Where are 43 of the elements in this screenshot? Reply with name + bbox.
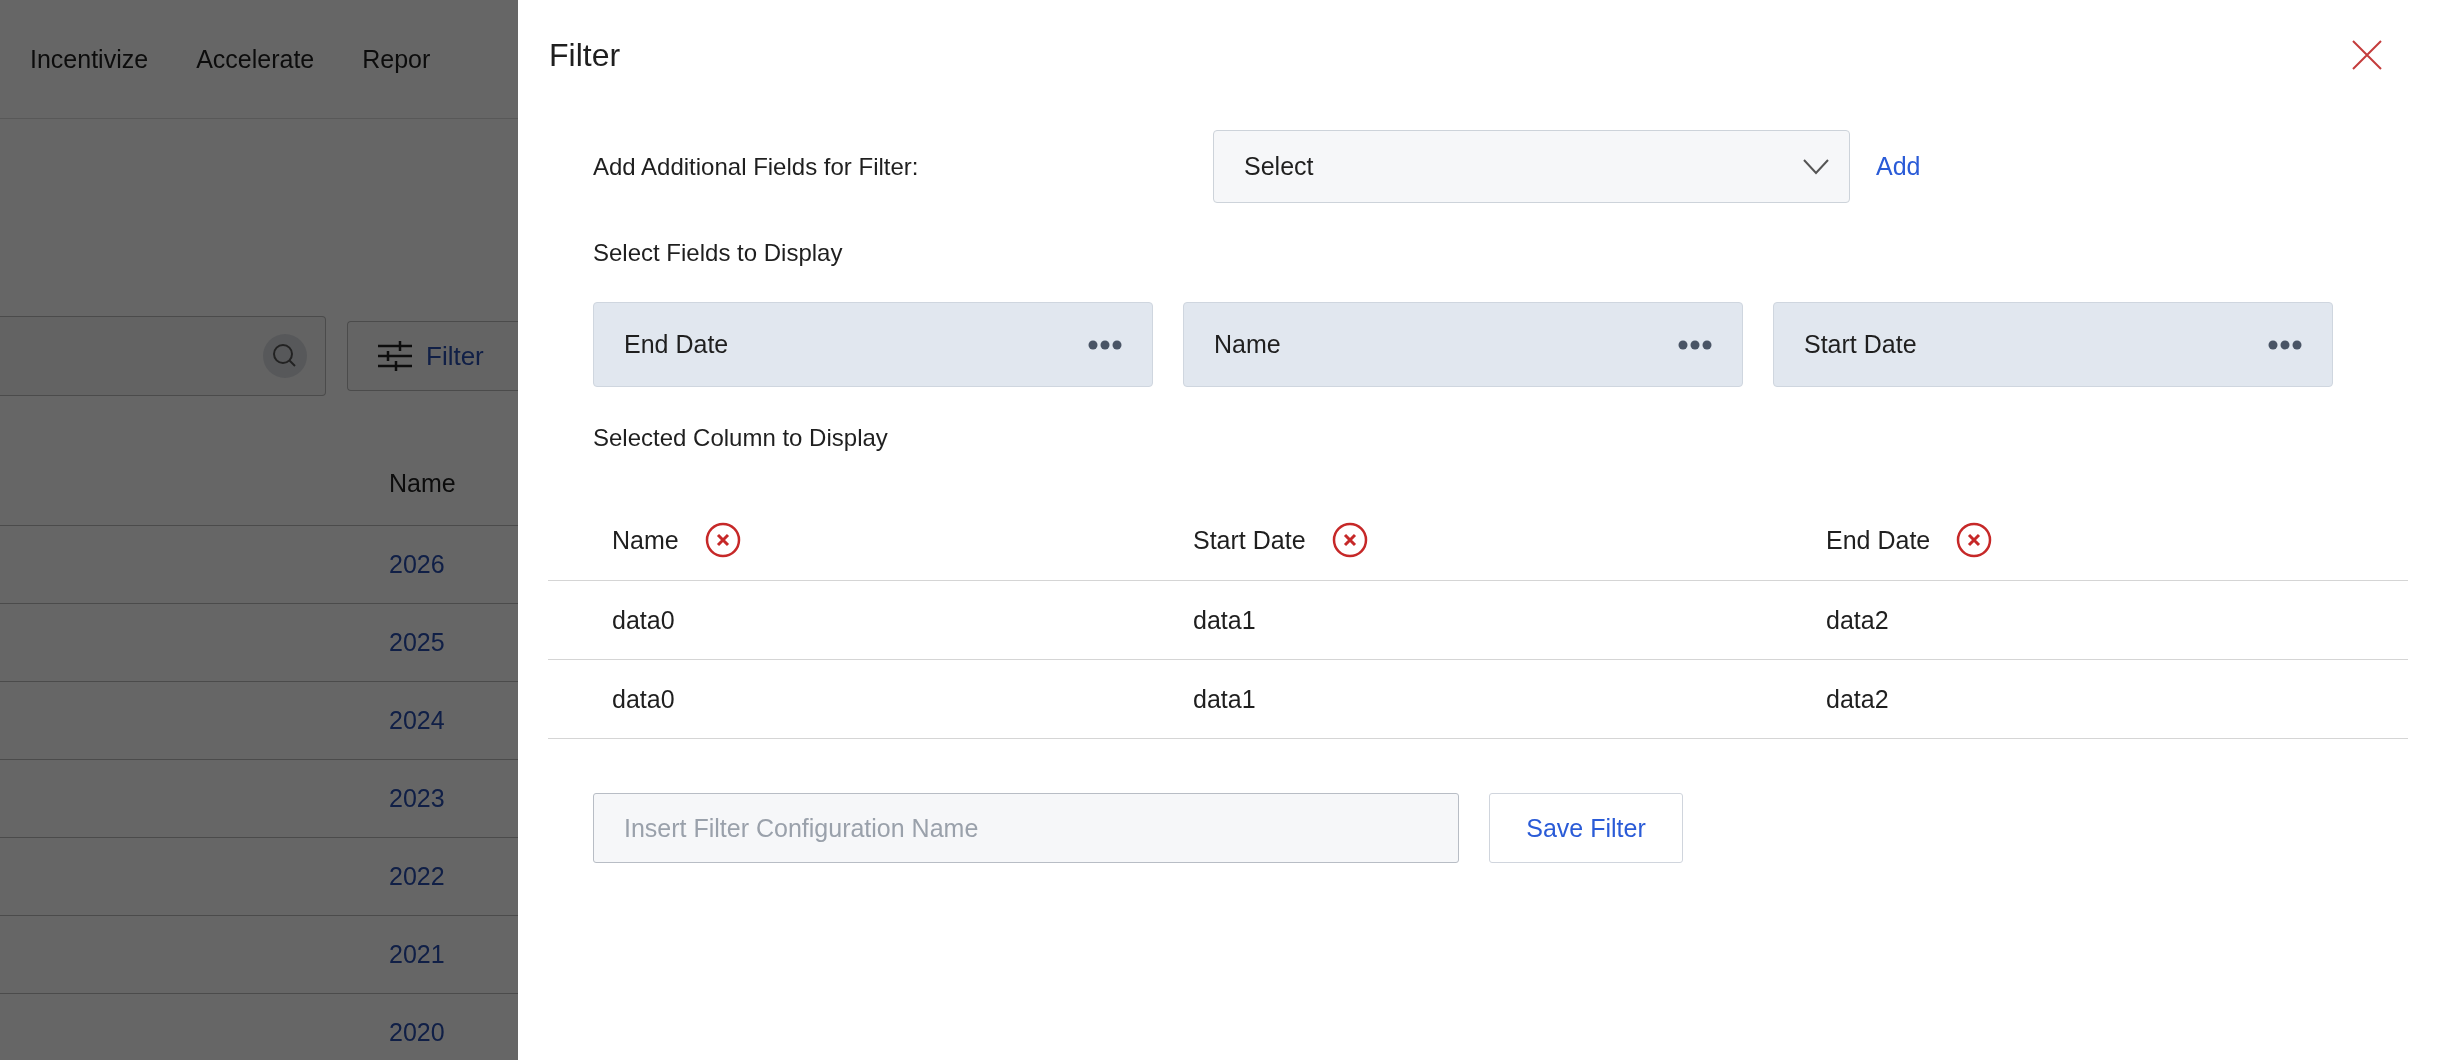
column-header: Name	[389, 468, 456, 498]
more-icon[interactable]	[2268, 339, 2302, 350]
filter-button[interactable]: Filter	[347, 321, 518, 391]
field-chip[interactable]: Name	[1183, 302, 1743, 387]
nav-link[interactable]: Incentivize	[30, 44, 149, 74]
field-chip[interactable]: End Date	[593, 302, 1153, 387]
table-cell: data0	[612, 605, 675, 635]
remove-icon[interactable]	[704, 522, 741, 558]
table-link[interactable]: 2024	[389, 706, 445, 735]
table-link[interactable]: 2026	[389, 550, 445, 579]
add-link[interactable]: Add	[1876, 152, 1921, 181]
field-label: Add Additional Fields for Filter:	[593, 152, 920, 181]
table-cell: data2	[1826, 684, 1889, 714]
table-cell: data0	[612, 684, 675, 714]
table-link[interactable]: 2020	[389, 1018, 445, 1047]
section-heading: Select Fields to Display	[593, 238, 844, 268]
column-header: Start Date	[1193, 525, 1306, 555]
nav-link[interactable]: Repor	[362, 44, 431, 74]
input-field[interactable]: Insert Filter Configuration Name	[593, 793, 1459, 863]
section-heading: Selected Column to Display	[593, 423, 889, 453]
more-icon[interactable]	[1678, 339, 1712, 350]
table-cell: data1	[1193, 684, 1256, 714]
close-icon[interactable]	[2352, 40, 2382, 70]
field-chip[interactable]: Start Date	[1773, 302, 2333, 387]
select-dropdown[interactable]: Select	[1213, 130, 1850, 203]
table-cell: data2	[1826, 605, 1889, 635]
table-link[interactable]: 2021	[389, 940, 445, 969]
chevron-down-icon	[1803, 158, 1829, 175]
column-header: Name	[612, 525, 679, 555]
table-link[interactable]: 2025	[389, 628, 445, 657]
search-field[interactable]	[0, 316, 326, 396]
table-link[interactable]: 2022	[389, 862, 445, 891]
nav-link[interactable]: Accelerate	[196, 44, 315, 74]
search-icon[interactable]	[263, 334, 307, 378]
table-cell: data1	[1193, 605, 1256, 635]
save-filter-button[interactable]: Save Filter	[1489, 793, 1683, 863]
sliders-icon	[378, 341, 412, 371]
more-icon[interactable]	[1088, 339, 1122, 350]
dialog-title: Filter	[549, 36, 621, 75]
column-header: End Date	[1826, 525, 1931, 555]
table-link[interactable]: 2023	[389, 784, 445, 813]
remove-icon[interactable]	[1331, 522, 1368, 558]
remove-icon[interactable]	[1956, 522, 1993, 558]
